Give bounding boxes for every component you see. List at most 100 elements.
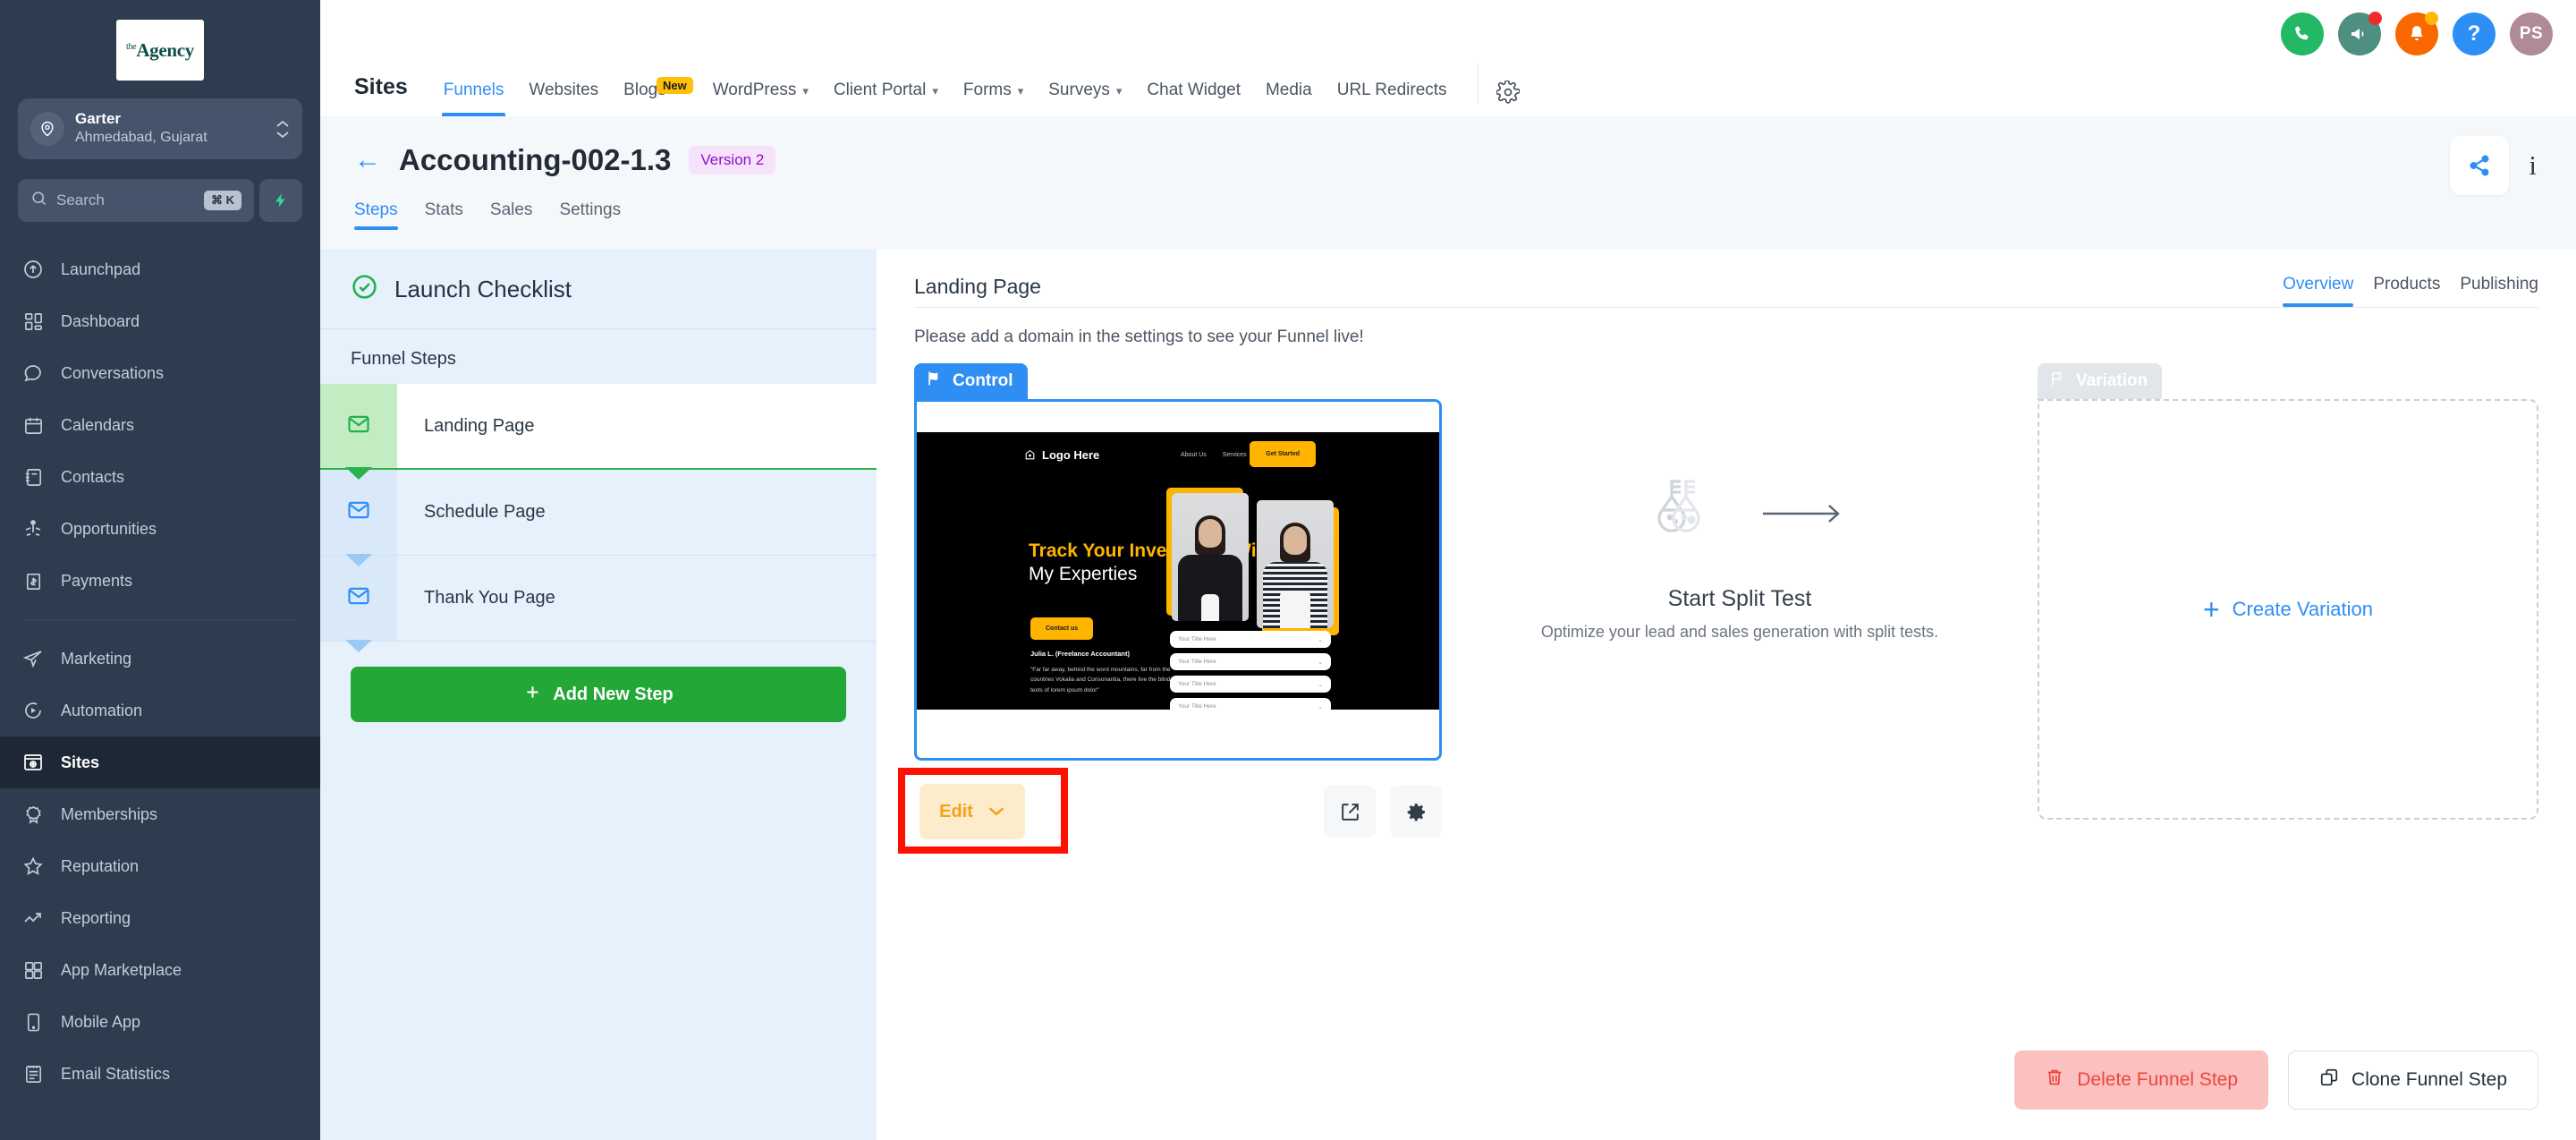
thumb-cta-button: Get Started bbox=[1250, 441, 1316, 467]
sidebar-item-marketing[interactable]: Marketing bbox=[0, 633, 320, 685]
search-row: Search ⌘ K bbox=[18, 179, 302, 222]
sidebar-item-memberships[interactable]: Memberships bbox=[0, 788, 320, 840]
checklist-title: Launch Checklist bbox=[394, 276, 572, 303]
tab-sales[interactable]: Sales bbox=[490, 200, 533, 230]
edit-button[interactable]: Edit bbox=[919, 784, 1025, 839]
tab-forms[interactable]: Forms▾ bbox=[951, 81, 1036, 116]
control-actions: Edit bbox=[914, 777, 1442, 846]
tab-label: Stats bbox=[425, 200, 463, 219]
notification-dot bbox=[2368, 12, 2382, 25]
location-switcher[interactable]: Garter Ahmedabad, Gujarat bbox=[18, 98, 302, 159]
step-rail bbox=[320, 384, 397, 468]
notification-dot bbox=[2425, 12, 2438, 25]
sidebar-item-automation[interactable]: Automation bbox=[0, 685, 320, 736]
tab-client-portal[interactable]: Client Portal▾ bbox=[821, 81, 951, 116]
envelope-icon bbox=[346, 583, 371, 613]
chevron-down-icon: ▾ bbox=[1018, 84, 1024, 98]
gear-icon[interactable] bbox=[1496, 81, 1520, 116]
main-area: ? PS Sites Funnels Websites BlogsNew Wor… bbox=[320, 0, 2576, 1140]
sidebar: theAgency Garter Ahmedabad, Gujarat Sear… bbox=[0, 0, 320, 1140]
tab-wordpress[interactable]: WordPress▾ bbox=[700, 81, 821, 116]
thumb-field: Your Title Here⌄ bbox=[1170, 631, 1331, 648]
share-icon[interactable] bbox=[2450, 136, 2509, 195]
delete-funnel-step-button[interactable]: Delete Funnel Step bbox=[2014, 1051, 2268, 1110]
split-test-graphics bbox=[1636, 471, 1843, 561]
add-new-step-button[interactable]: Add New Step bbox=[351, 667, 846, 722]
chevron-updown-icon bbox=[275, 120, 290, 139]
search-placeholder: Search bbox=[56, 191, 195, 209]
sidebar-item-launchpad[interactable]: Launchpad bbox=[0, 243, 320, 295]
sidebar-item-contacts[interactable]: Contacts bbox=[0, 451, 320, 503]
sidebar-item-payments[interactable]: Payments bbox=[0, 555, 320, 607]
create-variation-button[interactable]: + Create Variation bbox=[2203, 595, 2373, 624]
sidebar-label: Reputation bbox=[61, 857, 139, 876]
sidebar-item-sites[interactable]: Sites bbox=[0, 736, 320, 788]
external-link-icon[interactable] bbox=[1324, 786, 1376, 838]
step-row[interactable]: Schedule Page bbox=[320, 470, 877, 556]
variation-flag-label: Variation bbox=[2038, 363, 2162, 399]
tab-media[interactable]: Media bbox=[1253, 81, 1325, 116]
sidebar-item-app-marketplace[interactable]: App Marketplace bbox=[0, 944, 320, 996]
sidebar-label: Calendars bbox=[61, 416, 134, 435]
sidebar-item-mobile-app[interactable]: Mobile App bbox=[0, 996, 320, 1048]
tab-label: WordPress bbox=[713, 81, 797, 99]
clone-funnel-step-button[interactable]: Clone Funnel Step bbox=[2288, 1051, 2538, 1110]
step-rail bbox=[320, 470, 397, 555]
bell-icon[interactable] bbox=[2395, 13, 2438, 55]
tab-settings[interactable]: Settings bbox=[559, 200, 621, 230]
sidebar-label: Reporting bbox=[61, 909, 131, 928]
version-badge: Version 2 bbox=[689, 146, 775, 174]
tab-publishing[interactable]: Publishing bbox=[2460, 275, 2538, 307]
tab-chat-widget[interactable]: Chat Widget bbox=[1134, 81, 1253, 116]
help-icon[interactable]: ? bbox=[2453, 13, 2496, 55]
sidebar-item-reputation[interactable]: Reputation bbox=[0, 840, 320, 892]
sidebar-item-email-statistics[interactable]: Email Statistics bbox=[0, 1048, 320, 1100]
preview-top-pad bbox=[917, 402, 1439, 432]
sidebar-label: App Marketplace bbox=[61, 961, 182, 980]
gear-icon[interactable] bbox=[1390, 786, 1442, 838]
plus-icon bbox=[523, 683, 542, 707]
control-preview-frame[interactable]: Logo Here About Us Services Contact Us G… bbox=[914, 399, 1442, 761]
step-rail bbox=[320, 556, 397, 641]
tab-blogs[interactable]: BlogsNew bbox=[611, 81, 679, 116]
edit-label: Edit bbox=[939, 802, 973, 822]
thumb-photo bbox=[1257, 500, 1334, 628]
tab-label: Publishing bbox=[2460, 275, 2538, 294]
plus-icon: + bbox=[2203, 595, 2220, 624]
section-nav: Sites Funnels Websites BlogsNew WordPres… bbox=[320, 52, 1520, 116]
sidebar-item-conversations[interactable]: Conversations bbox=[0, 347, 320, 399]
tab-label: Client Portal bbox=[834, 81, 927, 99]
arrow-left-icon[interactable]: ← bbox=[354, 147, 381, 174]
sidebar-item-reporting[interactable]: Reporting bbox=[0, 892, 320, 944]
tab-surveys[interactable]: Surveys▾ bbox=[1036, 81, 1134, 116]
info-icon[interactable]: i bbox=[2529, 149, 2542, 182]
tab-products[interactable]: Products bbox=[2373, 275, 2440, 307]
tab-steps[interactable]: Steps bbox=[354, 200, 398, 230]
sidebar-item-calendars[interactable]: Calendars bbox=[0, 399, 320, 451]
variation-dropzone[interactable]: + Create Variation bbox=[2038, 399, 2538, 820]
thumb-photo bbox=[1172, 493, 1249, 621]
grid-icon bbox=[21, 958, 45, 982]
tab-funnels[interactable]: Funnels bbox=[431, 81, 517, 116]
megaphone-icon[interactable] bbox=[2338, 13, 2381, 55]
step-row[interactable]: Thank You Page bbox=[320, 556, 877, 642]
tab-stats[interactable]: Stats bbox=[425, 200, 463, 230]
thumb-logo-text: Logo Here bbox=[1042, 448, 1099, 462]
sidebar-item-dashboard[interactable]: Dashboard bbox=[0, 295, 320, 347]
sidebar-item-opportunities[interactable]: Opportunities bbox=[0, 503, 320, 555]
work-title: Landing Page bbox=[914, 275, 1041, 299]
lightning-bolt-icon[interactable] bbox=[259, 179, 302, 222]
search-input[interactable]: Search ⌘ K bbox=[18, 179, 254, 222]
tab-url-redirects[interactable]: URL Redirects bbox=[1325, 81, 1460, 116]
badge-new: New bbox=[657, 77, 693, 94]
split-test-title: Start Split Test bbox=[1668, 586, 1812, 612]
tab-overview[interactable]: Overview bbox=[2283, 275, 2353, 307]
avatar[interactable]: PS bbox=[2510, 13, 2553, 55]
step-row[interactable]: Landing Page bbox=[320, 384, 877, 470]
tab-label: Websites bbox=[529, 81, 598, 99]
sidebar-label: Memberships bbox=[61, 805, 157, 824]
domain-notice: Please add a domain in the settings to s… bbox=[877, 308, 2576, 347]
tab-label: Surveys bbox=[1048, 81, 1110, 99]
phone-icon[interactable] bbox=[2281, 13, 2324, 55]
tab-websites[interactable]: Websites bbox=[516, 81, 611, 116]
